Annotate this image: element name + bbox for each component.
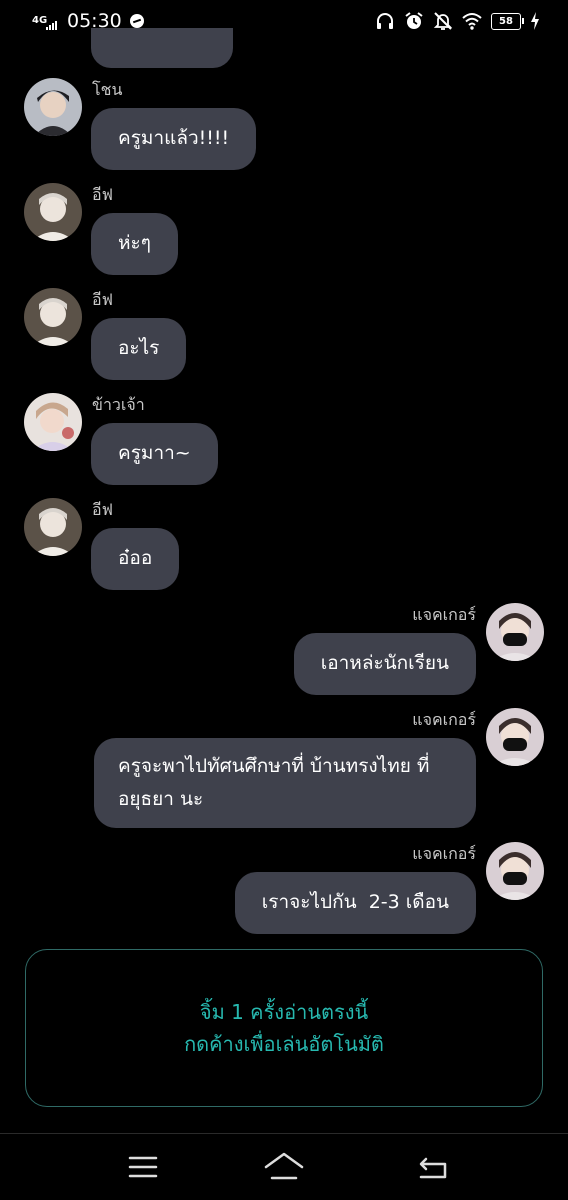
sender-name: อีฟ	[92, 185, 113, 204]
menu-button[interactable]	[121, 1147, 165, 1187]
message-bubble[interactable]: เราจะไปกัน 2-3 เดือน	[234, 872, 476, 934]
sender-name: แจคเกอร์	[412, 844, 476, 863]
battery-icon: 58	[491, 12, 524, 30]
back-button[interactable]	[411, 1147, 455, 1187]
tap-to-read-text: จิ้ม 1 ครั้งอ่านตรงนี้	[199, 1000, 369, 1024]
message-bubble[interactable]: ครูจะพาไปทัศนศึกษาที่ บ้านทรงไทย ที่ อยุ…	[94, 738, 476, 828]
avatar[interactable]	[24, 78, 82, 136]
hold-autoplay-text: กดค้างเพื่อเล่นอัตโนมัติ	[184, 1032, 384, 1056]
message-line: ครูจะพาไปทัศนศึกษาที่ บ้านทรงไทย ที่	[118, 755, 430, 777]
alarm-icon	[405, 12, 423, 29]
tap-to-read-card[interactable]: จิ้ม 1 ครั้งอ่านตรงนี้ กดค้างเพื่อเล่นอั…	[25, 949, 543, 1107]
messenger-icon	[129, 14, 144, 28]
sender-name: อีฟ	[92, 290, 113, 309]
avatar[interactable]	[24, 183, 82, 241]
signal-icon	[46, 20, 57, 30]
message-bubble[interactable]: ครูมาา~	[91, 423, 218, 485]
avatar[interactable]	[486, 842, 544, 900]
status-left: 4G 05:30	[32, 10, 144, 32]
avatar[interactable]	[24, 288, 82, 346]
wifi-icon	[462, 13, 482, 30]
charging-icon	[531, 12, 539, 30]
avatar[interactable]	[486, 603, 544, 661]
avatar[interactable]	[24, 393, 82, 451]
nav-divider	[0, 1133, 568, 1134]
sender-name: อีฟ	[92, 500, 113, 519]
message-bubble[interactable]: ครูมาแล้ว!!!!	[91, 108, 257, 170]
avatar[interactable]	[486, 708, 544, 766]
sender-name: โชน	[92, 80, 123, 99]
home-icon	[264, 1152, 304, 1180]
sender-name: แจคเกอร์	[412, 710, 476, 729]
menu-icon	[128, 1156, 158, 1178]
clock: 05:30	[67, 10, 122, 32]
message-bubble[interactable]: เอาหล่ะนักเรียน	[293, 633, 476, 695]
status-bar: 4G 05:30 58	[0, 0, 568, 44]
status-right: 58	[375, 11, 540, 31]
mute-icon	[433, 12, 453, 30]
message-bubble[interactable]: ห่ะๆ	[91, 213, 178, 275]
message-line: อยุธยา นะ	[118, 788, 204, 810]
battery-level: 58	[499, 15, 513, 27]
message-bubble[interactable]: อ๋ออ	[91, 528, 180, 590]
avatar[interactable]	[24, 498, 82, 556]
sender-name: ข้าวเจ้า	[92, 395, 145, 414]
message-bubble[interactable]: อะไร	[91, 318, 187, 380]
sender-name: แจคเกอร์	[412, 605, 476, 624]
headphones-icon	[377, 13, 393, 29]
back-icon	[419, 1157, 447, 1179]
home-button[interactable]	[262, 1147, 306, 1187]
chat-area[interactable]: โชน ครูมาแล้ว!!!! อีฟ ห่ะๆ อีฟ อะไร ข้าว…	[0, 0, 568, 945]
